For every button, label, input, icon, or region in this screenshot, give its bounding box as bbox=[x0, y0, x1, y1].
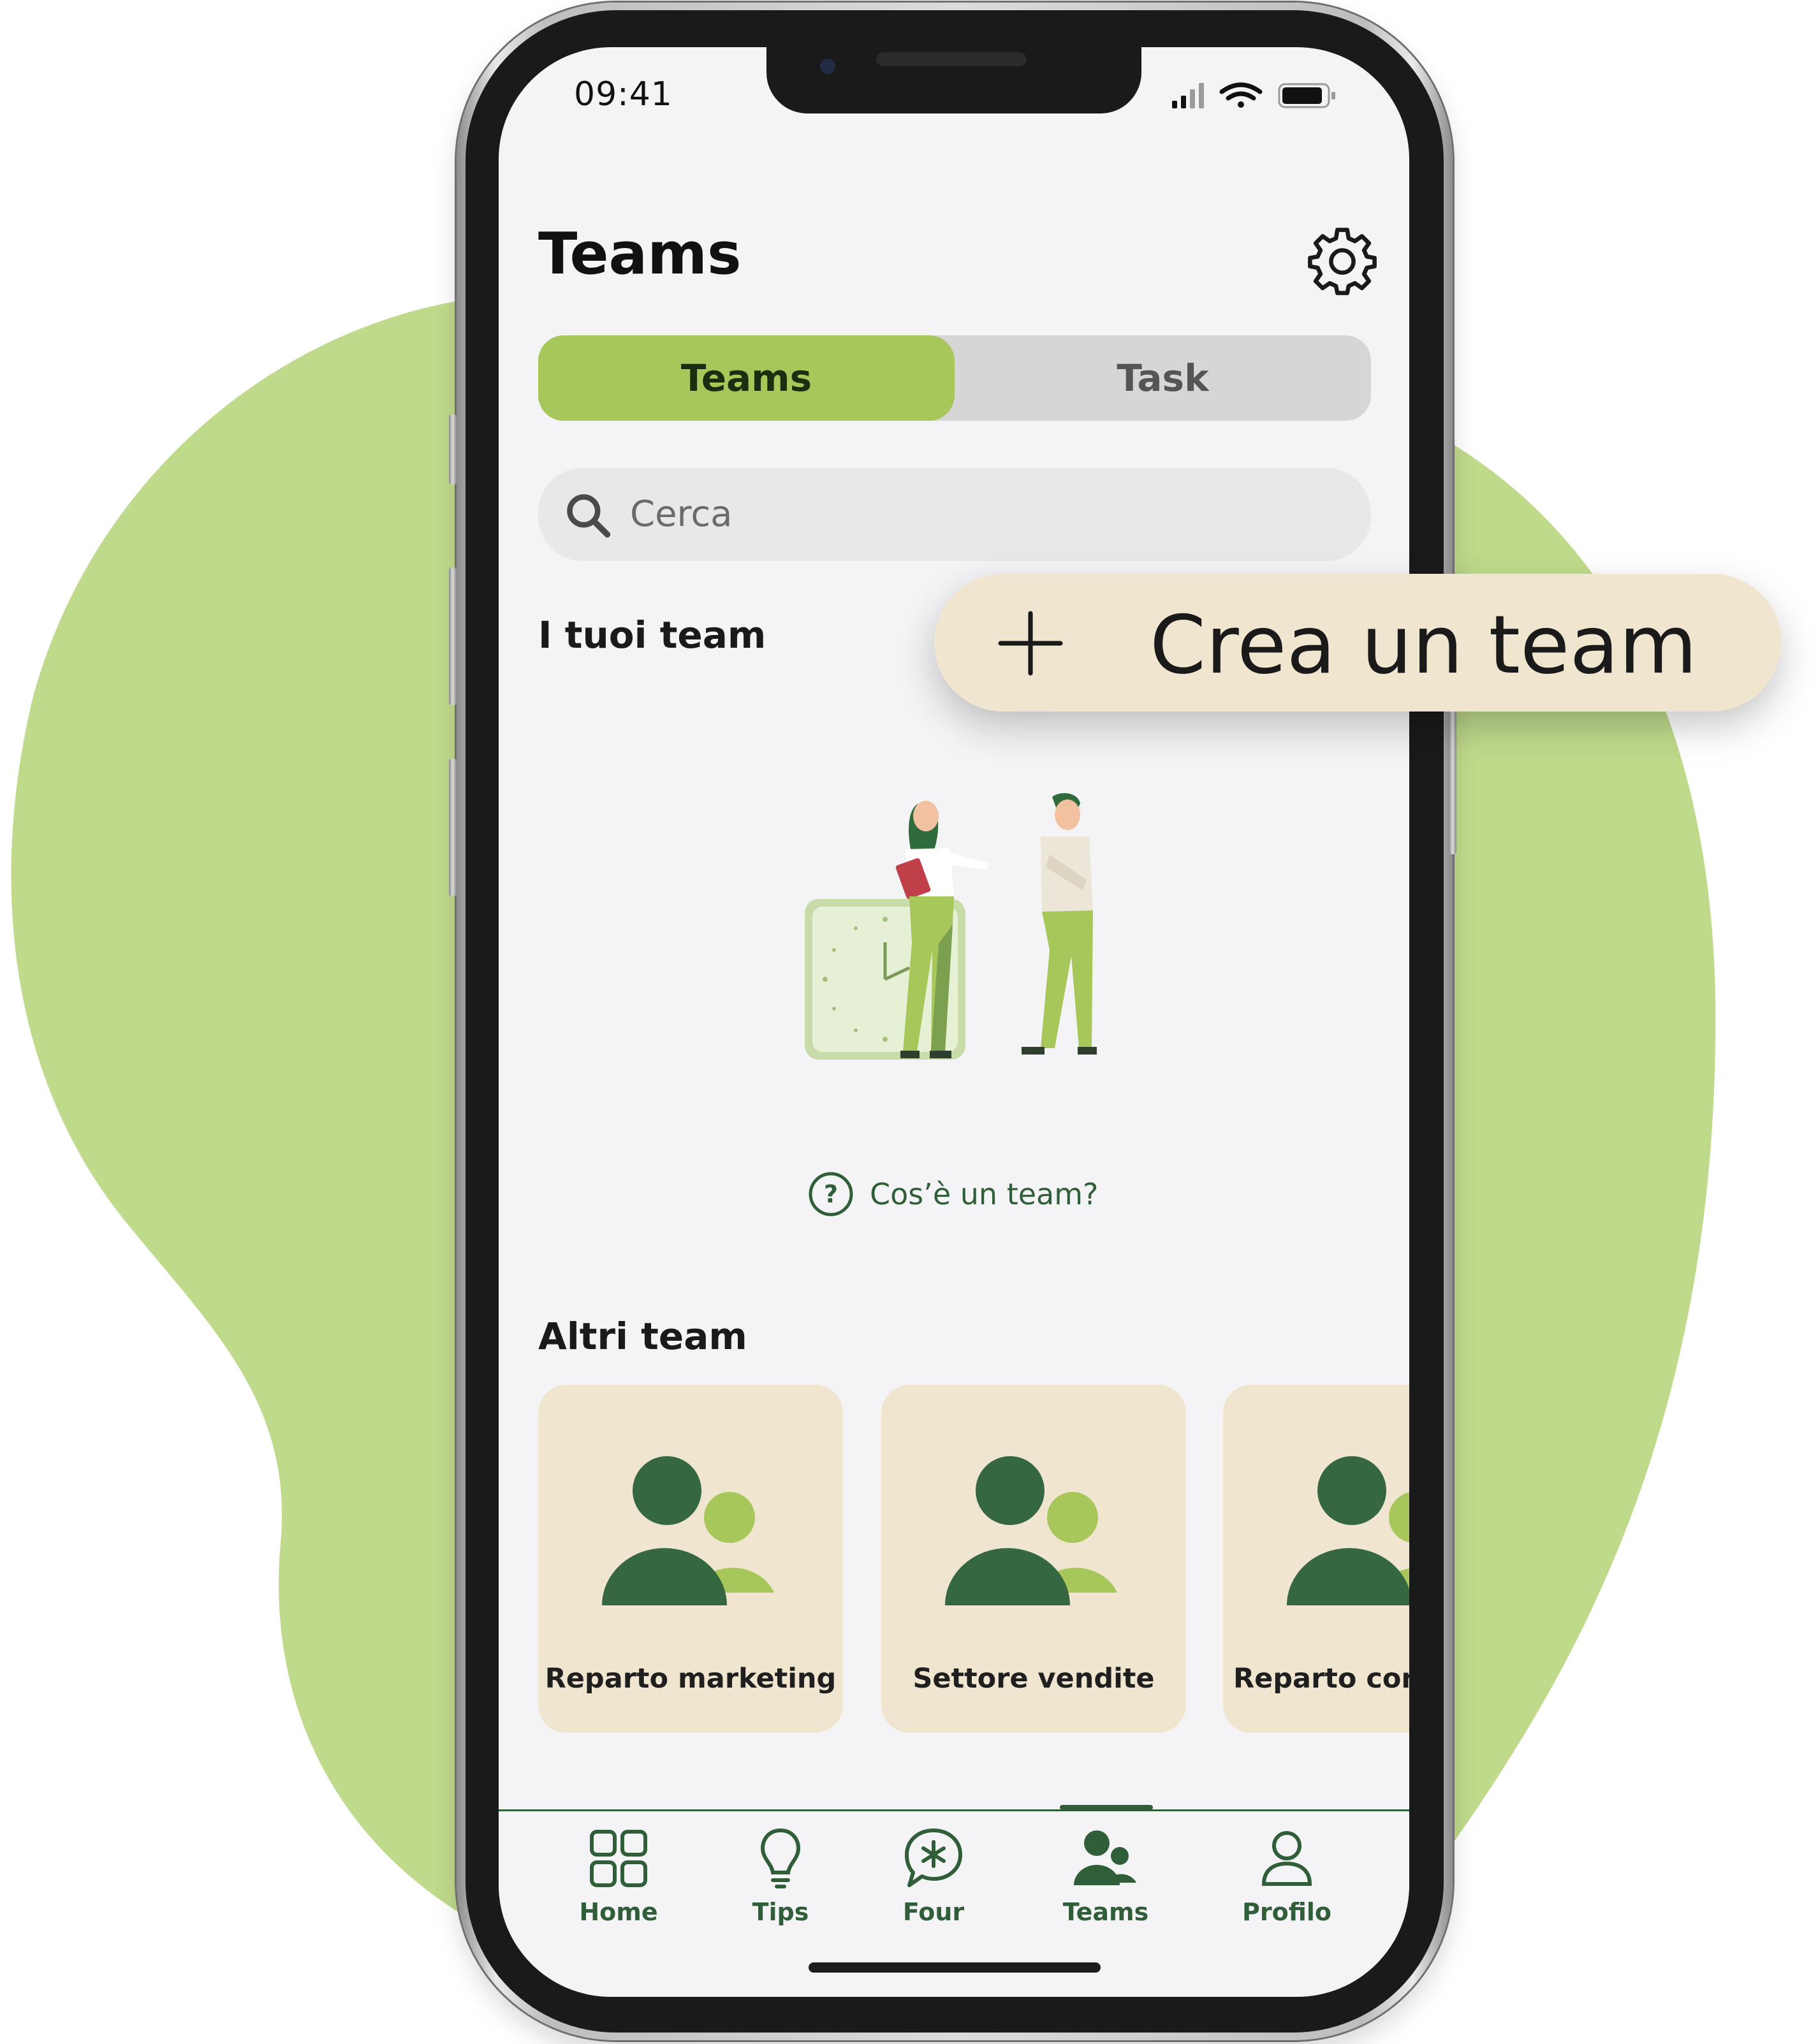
speaker bbox=[876, 52, 1027, 66]
user-icon bbox=[1261, 1831, 1312, 1886]
tab-label: Tips bbox=[752, 1898, 809, 1926]
segment-teams[interactable]: Teams bbox=[538, 335, 955, 421]
tab-label: Home bbox=[579, 1898, 658, 1926]
status-icons bbox=[1172, 82, 1335, 108]
gear-icon[interactable] bbox=[1307, 226, 1377, 296]
team-card-label: Settore vendite bbox=[913, 1663, 1155, 1695]
tab-label: Profilo bbox=[1242, 1898, 1331, 1926]
plus-icon bbox=[998, 611, 1063, 676]
page-title: Teams bbox=[538, 221, 742, 288]
team-group-icon bbox=[1287, 1456, 1409, 1605]
tab-home[interactable]: Home bbox=[555, 1827, 682, 1926]
home-indicator bbox=[809, 1962, 1101, 1973]
team-card[interactable]: Settore vendite bbox=[881, 1385, 1186, 1733]
tab-teams[interactable]: Teams bbox=[1042, 1827, 1169, 1926]
segment-task[interactable]: Task bbox=[955, 335, 1371, 421]
svg-text:?: ? bbox=[824, 1180, 838, 1208]
battery-icon bbox=[1278, 83, 1335, 108]
volume-up-button bbox=[449, 567, 457, 705]
my-teams-heading: I tuoi team bbox=[538, 613, 766, 657]
search-icon bbox=[567, 494, 611, 538]
app-screen: 09:41 Teams Teams Task Cerca I tuoi team… bbox=[499, 47, 1409, 1997]
other-teams-heading: Altri team bbox=[538, 1315, 747, 1358]
search-input[interactable]: Cerca bbox=[538, 468, 1371, 561]
create-team-button[interactable]: Crea un team bbox=[934, 574, 1781, 712]
active-tab-indicator bbox=[1060, 1805, 1153, 1810]
volume-down-button bbox=[449, 759, 457, 896]
camera bbox=[820, 59, 835, 74]
what-is-team-link[interactable]: ? Cos’è un team? bbox=[807, 1171, 1098, 1218]
team-card-label: Reparto marketing bbox=[545, 1663, 837, 1695]
team-card-label: Reparto cons bbox=[1233, 1663, 1409, 1695]
search-placeholder: Cerca bbox=[630, 493, 733, 535]
wifi-icon bbox=[1219, 82, 1263, 108]
team-illustration bbox=[805, 793, 1097, 1060]
mute-switch bbox=[449, 414, 457, 485]
lightbulb-icon bbox=[760, 1828, 801, 1888]
segmented-control: Teams Task bbox=[538, 335, 1371, 421]
status-time: 09:41 bbox=[574, 75, 673, 113]
chat-star-icon bbox=[905, 1829, 962, 1887]
team-card[interactable]: Reparto marketing bbox=[538, 1385, 843, 1733]
team-card[interactable]: Reparto cons bbox=[1223, 1385, 1409, 1733]
team-group-icon bbox=[602, 1456, 774, 1605]
tab-label: Four bbox=[902, 1898, 965, 1926]
notch bbox=[766, 47, 1141, 113]
grid-icon bbox=[590, 1830, 647, 1887]
help-link-text: Cos’è un team? bbox=[870, 1177, 1099, 1211]
signal-icon bbox=[1172, 83, 1204, 108]
create-team-label: Crea un team bbox=[1150, 598, 1697, 692]
people-icon bbox=[1074, 1830, 1136, 1885]
team-group-icon bbox=[945, 1456, 1117, 1605]
question-icon: ? bbox=[809, 1172, 853, 1216]
tab-profilo[interactable]: Profilo bbox=[1223, 1827, 1351, 1926]
tab-tips[interactable]: Tips bbox=[717, 1827, 844, 1926]
tab-label: Teams bbox=[1062, 1898, 1149, 1926]
tab-four[interactable]: Four bbox=[870, 1827, 997, 1926]
